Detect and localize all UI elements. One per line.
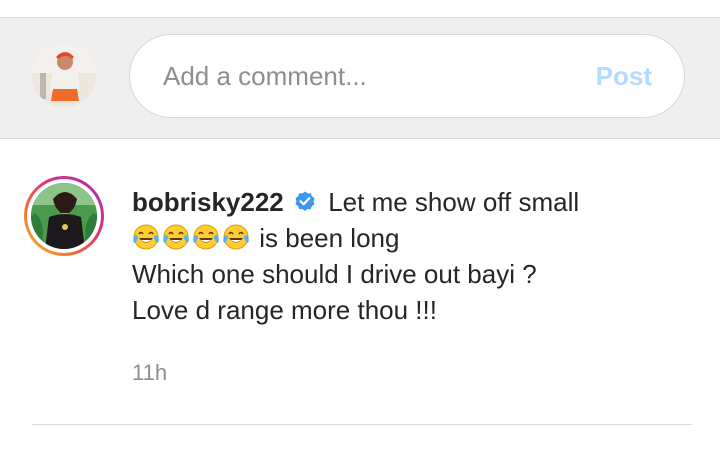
author-avatar[interactable]: [31, 183, 97, 249]
post-timestamp: 11h: [132, 360, 168, 385]
caption-text-2: is been long: [259, 223, 400, 253]
post-caption-row: bobrisky222 Let me show off small is bee…: [0, 140, 720, 430]
tears-of-joy-emoji-icon: [162, 223, 190, 251]
current-user-avatar[interactable]: [32, 43, 96, 107]
comment-bar: Add a comment... Post: [0, 18, 720, 139]
author-username[interactable]: bobrisky222: [132, 187, 284, 217]
bottom-divider: [32, 424, 692, 425]
comment-input[interactable]: Add a comment... Post: [129, 34, 685, 118]
caption-line-1: bobrisky222 Let me show off small: [132, 184, 692, 220]
comment-placeholder: Add a comment...: [163, 61, 367, 91]
tears-of-joy-emoji-icon: [132, 223, 160, 251]
tears-of-joy-emoji-icon: [222, 223, 250, 251]
post-button[interactable]: Post: [596, 61, 652, 91]
caption-line-4: Love d range more thou !!!: [132, 295, 437, 325]
verified-badge-icon: [293, 187, 317, 211]
post-caption: bobrisky222 Let me show off small is bee…: [132, 184, 692, 328]
author-story-ring[interactable]: [24, 176, 104, 256]
tears-of-joy-emoji-icon: [192, 223, 220, 251]
caption-line-3: Which one should I drive out bayi ?: [132, 259, 537, 289]
caption-line-2: is been long: [132, 220, 692, 256]
caption-text-1: Let me show off small: [328, 187, 580, 217]
